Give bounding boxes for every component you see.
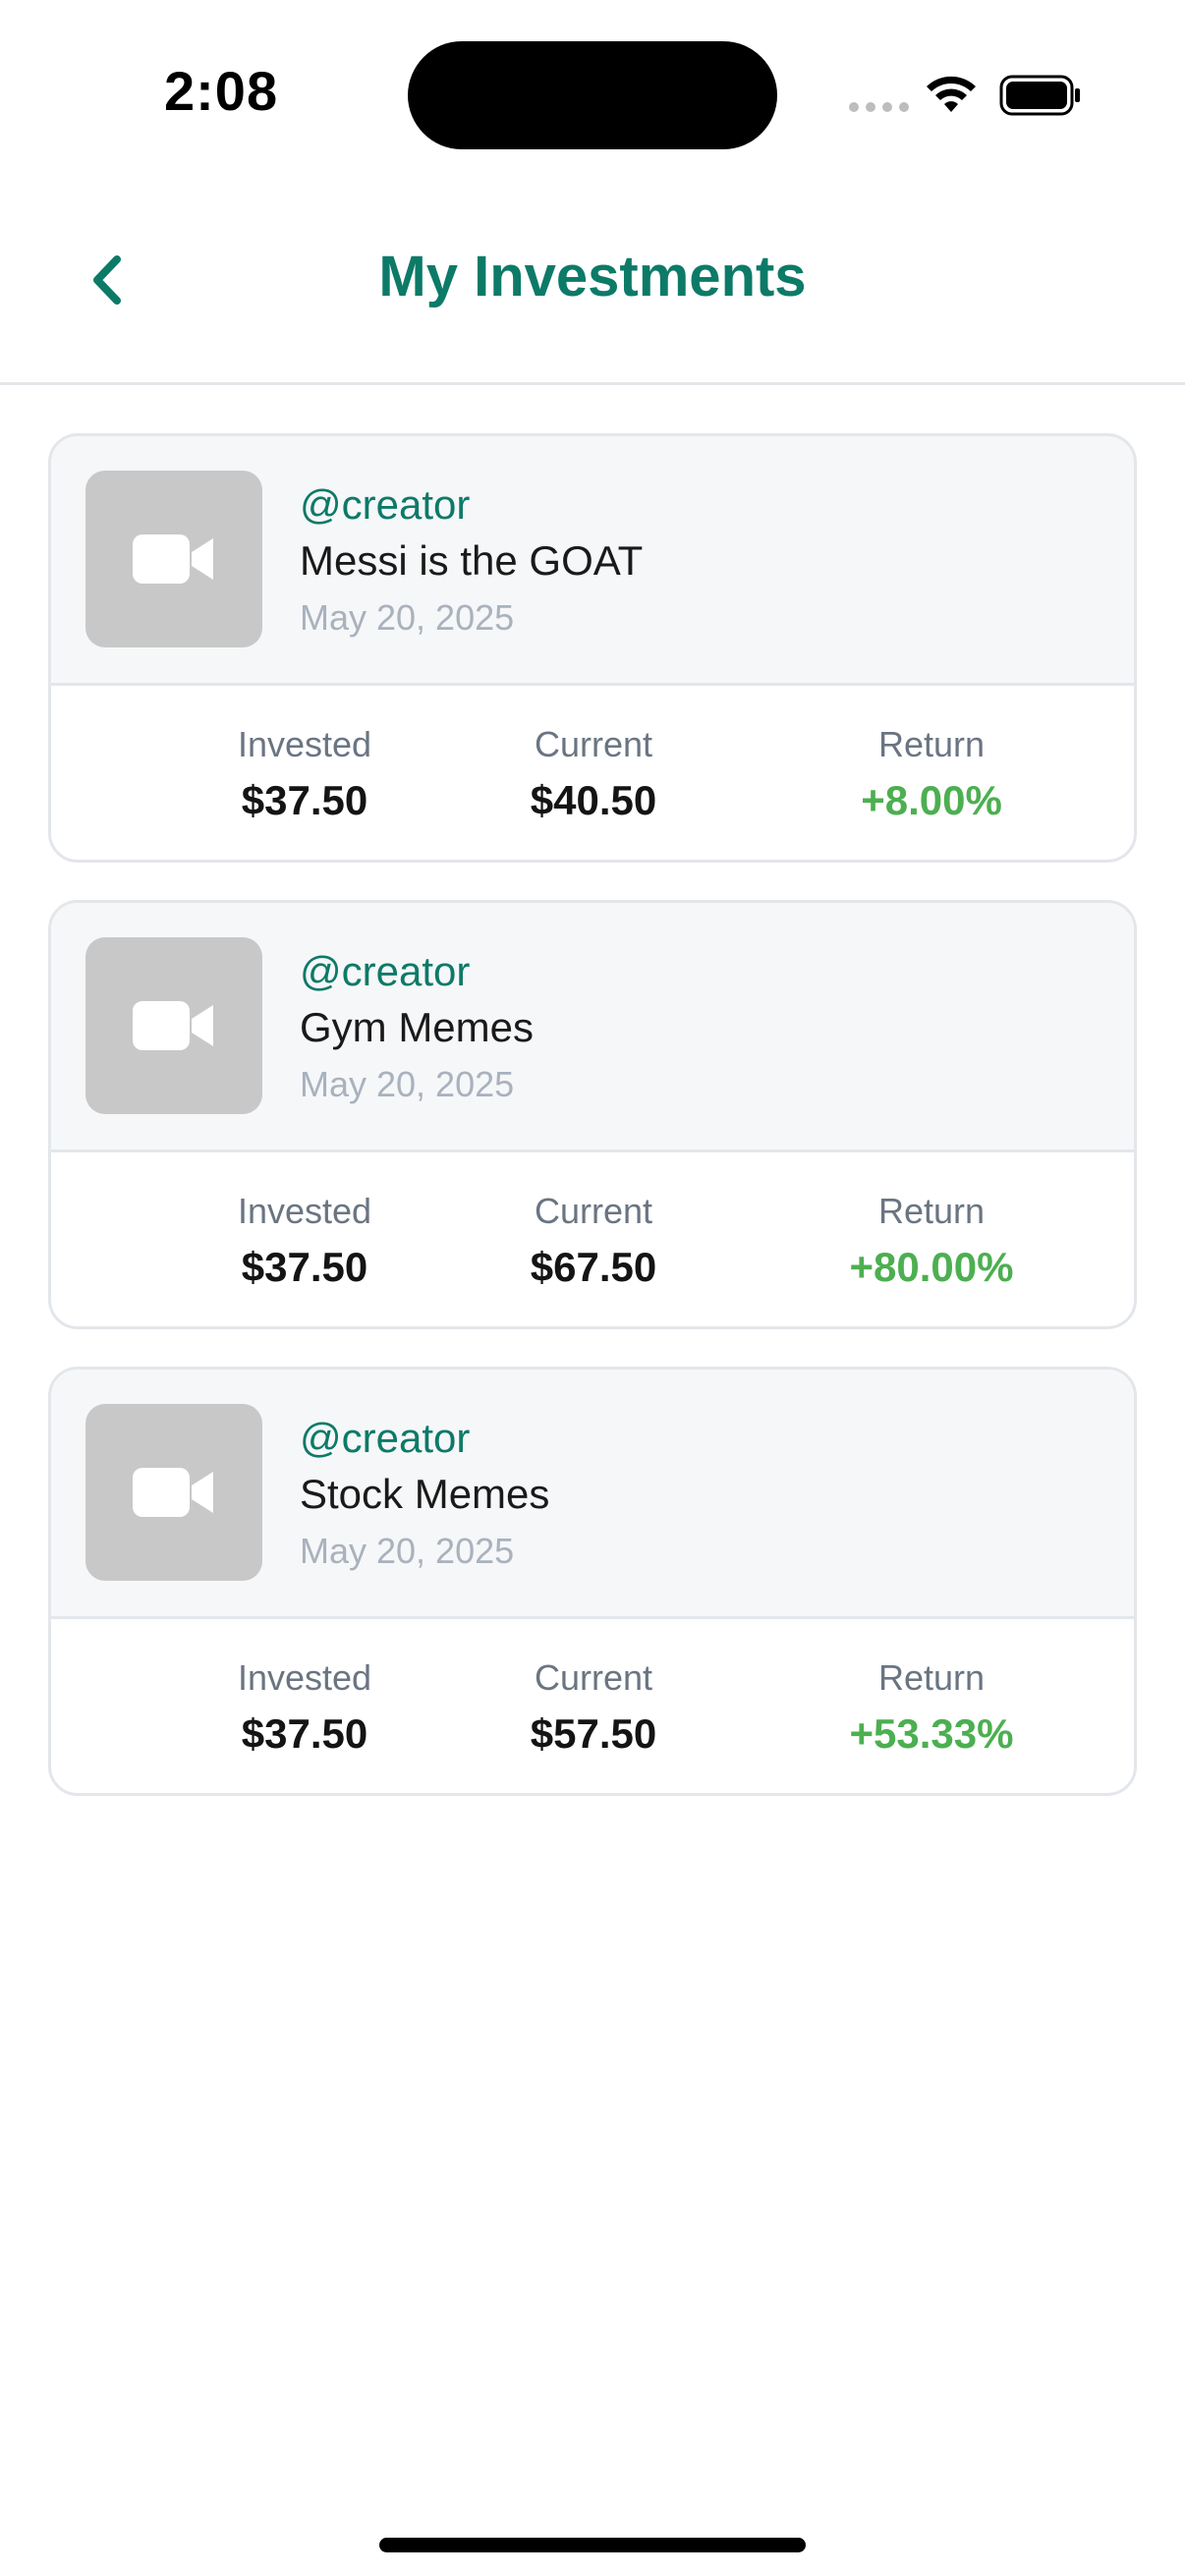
status-time: 2:08: [164, 60, 279, 122]
signal-dots-icon: [849, 102, 909, 112]
investment-card[interactable]: @creator Gym Memes May 20, 2025 Invested…: [48, 900, 1137, 1329]
stat-value: +8.00%: [861, 777, 1002, 823]
video-thumbnail[interactable]: [85, 471, 262, 647]
card-header: @creator Gym Memes May 20, 2025: [51, 903, 1134, 1152]
video-thumbnail[interactable]: [85, 937, 262, 1114]
stat-label: Return: [877, 1191, 986, 1231]
card-header: @creator Messi is the GOAT May 20, 2025: [51, 436, 1134, 686]
battery-icon: [999, 75, 1080, 116]
stat-label: Current: [534, 1191, 653, 1231]
dynamic-island: [408, 41, 777, 149]
status-bar: 2:08: [0, 0, 1185, 187]
post-title: Messi is the GOAT: [300, 537, 644, 584]
investment-card[interactable]: @creator Stock Memes May 20, 2025 Invest…: [48, 1367, 1137, 1796]
page-title: My Investments: [378, 245, 807, 308]
stat-label: Current: [534, 724, 653, 764]
post-title: Gym Memes: [300, 1004, 535, 1050]
stat-label: Current: [534, 1657, 653, 1698]
stat-value: +53.33%: [849, 1710, 1014, 1757]
stat-value: $67.50: [530, 1244, 657, 1290]
creator-handle[interactable]: @creator: [300, 948, 470, 995]
stat-return: Return +80.00%: [755, 1155, 1108, 1291]
stat-label: Return: [877, 1657, 986, 1698]
video-camera-icon: [133, 534, 213, 584]
card-header: @creator Stock Memes May 20, 2025: [51, 1370, 1134, 1619]
video-thumbnail[interactable]: [85, 1404, 262, 1581]
stat-value: $57.50: [530, 1710, 657, 1757]
stat-current: Current $40.50: [417, 689, 770, 824]
post-date: May 20, 2025: [300, 1531, 515, 1571]
creator-handle[interactable]: @creator: [300, 481, 470, 529]
stat-label: Return: [877, 724, 986, 764]
post-title: Stock Memes: [300, 1471, 550, 1517]
stat-current: Current $67.50: [417, 1155, 770, 1291]
stat-value: +80.00%: [849, 1244, 1014, 1290]
stat-return: Return +8.00%: [755, 689, 1108, 824]
video-camera-icon: [133, 1468, 213, 1517]
investment-card[interactable]: @creator Messi is the GOAT May 20, 2025 …: [48, 433, 1137, 863]
investment-stats: Invested $37.50 Current $57.50 Return +5…: [51, 1622, 1134, 1793]
wifi-icon: [927, 76, 976, 112]
creator-handle[interactable]: @creator: [300, 1415, 470, 1462]
stat-return: Return +53.33%: [755, 1622, 1108, 1758]
home-indicator[interactable]: [379, 2538, 806, 2552]
video-camera-icon: [133, 1001, 213, 1050]
nav-header: My Investments: [0, 187, 1185, 385]
investment-stats: Invested $37.50 Current $40.50 Return +8…: [51, 689, 1134, 860]
stat-value: $40.50: [530, 777, 657, 823]
post-date: May 20, 2025: [300, 1064, 515, 1104]
investment-stats: Invested $37.50 Current $67.50 Return +8…: [51, 1155, 1134, 1326]
post-date: May 20, 2025: [300, 597, 515, 638]
stat-current: Current $57.50: [417, 1622, 770, 1758]
